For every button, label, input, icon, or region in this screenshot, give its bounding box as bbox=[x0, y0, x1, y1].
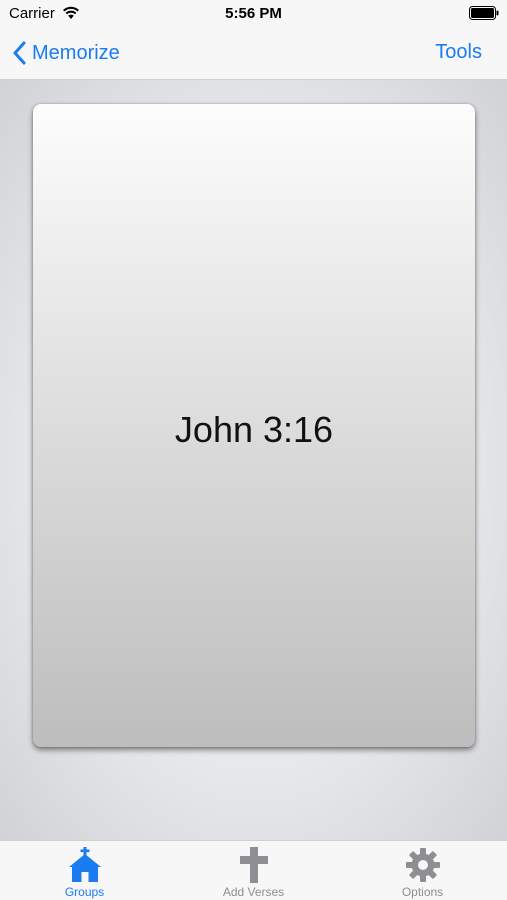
tab-bar: Groups Add Verses Options bbox=[0, 840, 507, 900]
app-screen: Carrier 5:56 PM Memorize Tools John 3:16 bbox=[0, 0, 507, 900]
navigation-bar: Memorize Tools bbox=[0, 28, 507, 80]
tab-options[interactable]: Options bbox=[338, 841, 507, 900]
tab-add-verses-label: Add Verses bbox=[222, 885, 285, 899]
tab-options-label: Options bbox=[401, 885, 444, 899]
cross-icon bbox=[239, 847, 268, 883]
back-button[interactable]: Memorize bbox=[12, 38, 120, 68]
verse-flashcard[interactable]: John 3:16 bbox=[33, 104, 475, 747]
tab-groups[interactable]: Groups bbox=[0, 841, 169, 900]
verse-reference: John 3:16 bbox=[174, 409, 334, 450]
chevron-left-icon bbox=[13, 41, 26, 65]
tab-add-verses[interactable]: Add Verses bbox=[169, 841, 338, 900]
flashcard-area: John 3:16 bbox=[0, 80, 507, 840]
gear-icon bbox=[405, 848, 440, 882]
status-time: 5:56 PM bbox=[225, 5, 282, 22]
tools-button[interactable]: Tools bbox=[435, 41, 482, 64]
back-button-label: Memorize bbox=[32, 41, 120, 64]
church-icon bbox=[68, 847, 101, 882]
battery-icon bbox=[469, 6, 499, 20]
status-bar: Carrier 5:56 PM bbox=[0, 0, 507, 28]
tab-groups-label: Groups bbox=[64, 885, 105, 899]
